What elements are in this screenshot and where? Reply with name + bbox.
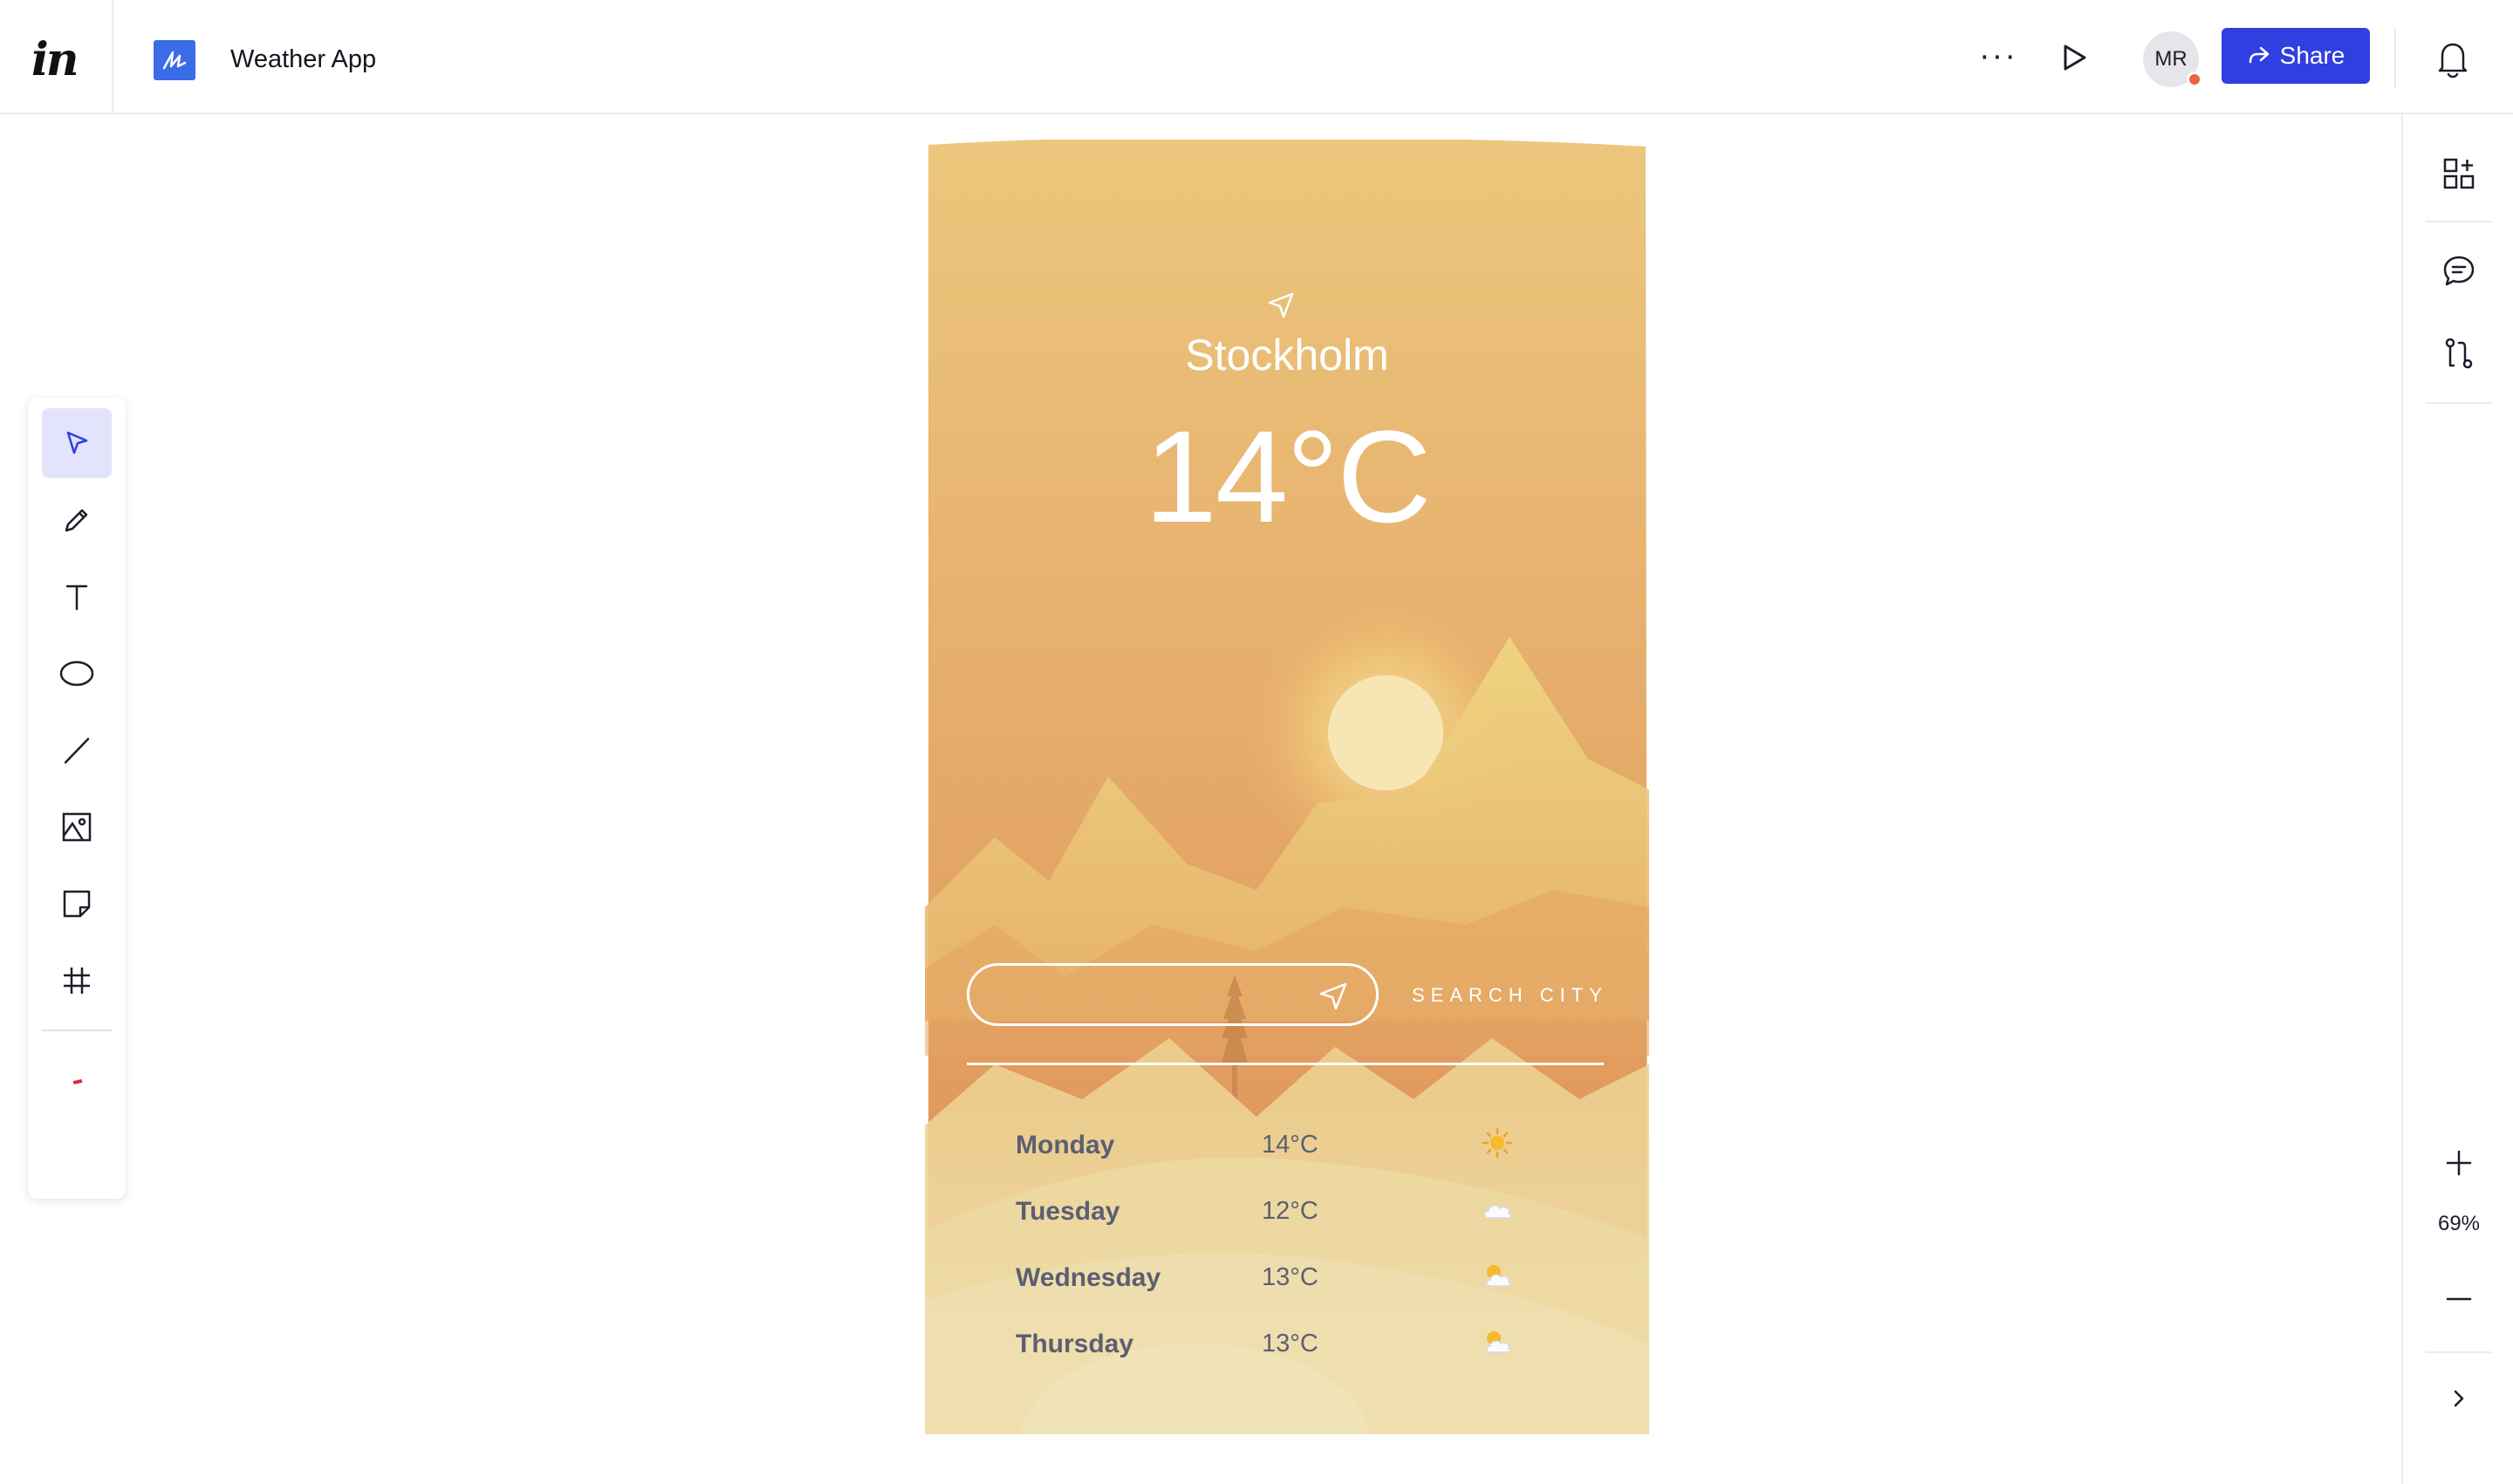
sticky-note-tool[interactable] [42, 869, 112, 939]
partly-cloudy-icon [1485, 1331, 1512, 1353]
cursor-icon [66, 431, 88, 455]
line-tool[interactable] [42, 715, 112, 785]
right-sidebar: 69% [2401, 114, 2513, 1484]
zoom-level[interactable]: 69% [2403, 1212, 2513, 1236]
left-toolbar [28, 398, 126, 1199]
play-icon [2064, 44, 2086, 71]
color-swatch[interactable] [72, 1079, 83, 1084]
project-icon [154, 40, 195, 80]
partly-cloudy-icon [1485, 1265, 1512, 1287]
more-options-button[interactable]: ··· [1975, 38, 2021, 73]
project-title[interactable]: Weather App [230, 45, 376, 74]
forecast-temp: 13°C [1262, 1263, 1318, 1291]
bell-icon [2438, 43, 2468, 79]
current-temperature: 14°C [1144, 403, 1431, 550]
comment-icon [2443, 256, 2475, 286]
image-icon [62, 812, 92, 842]
invision-logo[interactable]: in [31, 33, 79, 86]
sun-icon [1482, 1127, 1513, 1159]
forecast-day: Wednesday [1016, 1263, 1161, 1292]
cloud-icon [1483, 1204, 1512, 1219]
add-widget-button[interactable] [2434, 149, 2483, 198]
zoom-in-button[interactable] [2434, 1139, 2483, 1187]
more-icon: ··· [1979, 38, 2017, 74]
ellipse-icon [59, 660, 94, 687]
forecast-row: Monday 14°C [1016, 1125, 1557, 1164]
status-dot [2187, 72, 2202, 87]
text-icon [65, 585, 88, 611]
forecast-temp: 14°C [1262, 1131, 1318, 1159]
share-button[interactable]: Share [2222, 28, 2370, 84]
zoom-out-button[interactable] [2434, 1275, 2483, 1323]
notifications-button[interactable] [2429, 38, 2476, 80]
forecast-row: Tuesday 12°C [1016, 1192, 1557, 1230]
chevron-right-icon [2454, 1390, 2464, 1407]
city-name: Stockholm [1185, 331, 1389, 380]
send-icon[interactable] [1316, 979, 1351, 1014]
grid-icon [64, 968, 90, 994]
divider-line [967, 1063, 1604, 1065]
share-icon [2249, 46, 2269, 64]
add-widget-icon [2443, 158, 2475, 189]
forecast-day: Monday [1016, 1131, 1115, 1159]
sidebar-divider [2426, 221, 2492, 222]
forecast-day: Thursday [1016, 1330, 1134, 1358]
minus-icon [2446, 1297, 2472, 1301]
text-tool[interactable] [42, 562, 112, 632]
pencil-tool[interactable] [42, 485, 112, 555]
forecast-temp: 12°C [1262, 1197, 1318, 1225]
plus-icon [2446, 1150, 2472, 1176]
forecast-row: Wednesday 13°C [1016, 1258, 1557, 1296]
sidebar-divider [2426, 1351, 2492, 1353]
avatar-initials: MR [2154, 47, 2188, 71]
divider [2394, 28, 2396, 89]
avatar[interactable]: MR [2143, 31, 2202, 87]
ellipse-tool[interactable] [42, 639, 112, 708]
forecast-row: Thursday 13°C [1016, 1324, 1557, 1363]
forecast-temp: 13°C [1262, 1330, 1318, 1357]
divider [112, 0, 113, 114]
image-tool[interactable] [42, 792, 112, 862]
sidebar-divider [2426, 402, 2492, 404]
line-icon [64, 737, 90, 764]
flow-icon [2445, 338, 2473, 369]
flow-button[interactable] [2434, 329, 2483, 378]
select-tool[interactable] [42, 408, 112, 478]
pencil-icon [65, 509, 88, 532]
forecast-day: Tuesday [1016, 1197, 1120, 1226]
frame-tool[interactable] [42, 946, 112, 1016]
location-arrow-icon [1268, 292, 1294, 318]
top-bar: in Weather App ··· MR Share [0, 0, 2513, 114]
search-city-button[interactable]: SEARCH CITY [1412, 984, 1608, 1007]
sticky-note-icon [63, 890, 91, 918]
share-label: Share [2279, 42, 2345, 69]
preview-button[interactable] [2056, 38, 2094, 77]
comments-button[interactable] [2434, 247, 2483, 296]
collapse-sidebar-button[interactable] [2434, 1374, 2483, 1423]
toolbar-divider [42, 1029, 112, 1031]
